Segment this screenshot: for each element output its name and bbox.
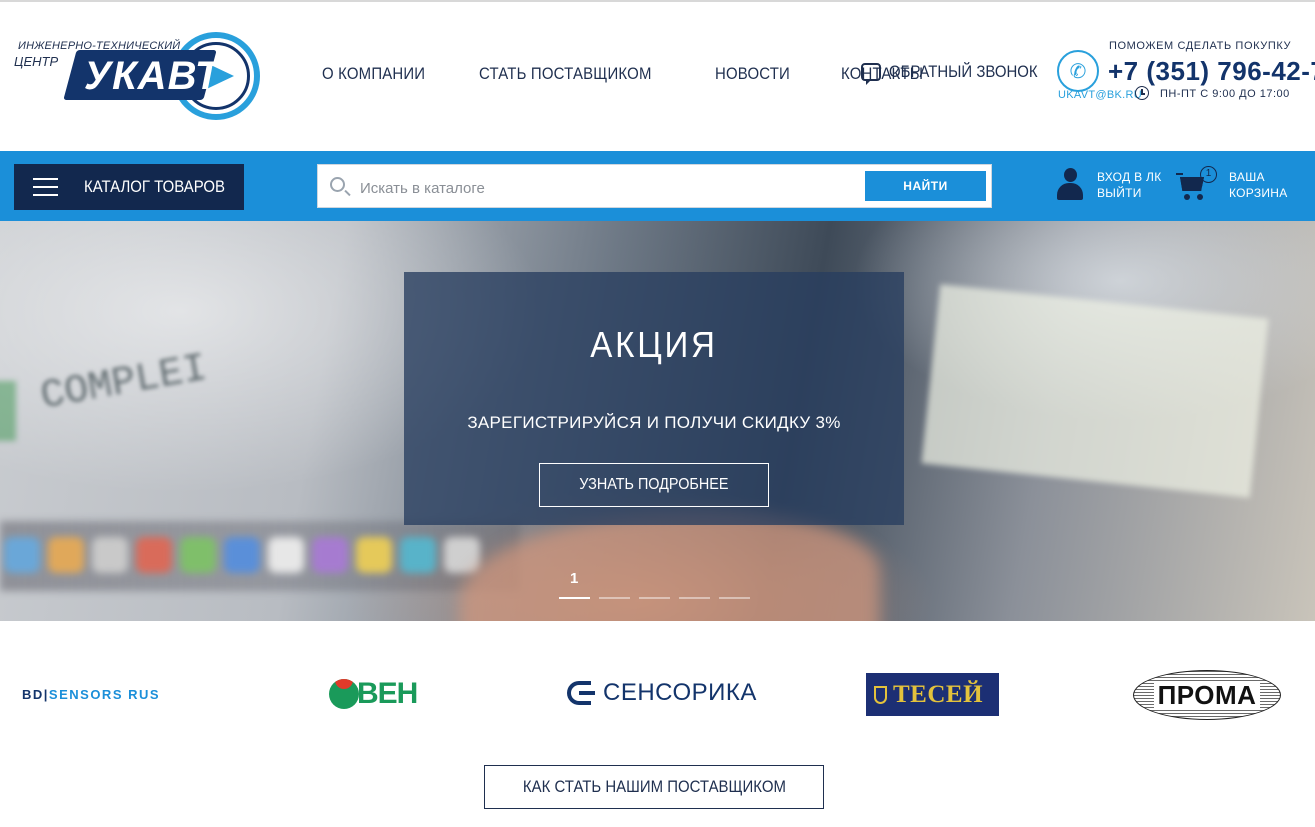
slider-dot[interactable]: [639, 597, 670, 599]
search-button[interactable]: НАЙТИ: [865, 171, 986, 201]
partner-oven-logo[interactable]: ВЕН: [329, 677, 441, 710]
nav-about[interactable]: О компании: [322, 64, 425, 84]
logo-tagline: ИНЖЕНЕРНО-ТЕХНИЧЕСКИЙ: [18, 40, 181, 52]
catalog-button[interactable]: Каталог товаров: [14, 164, 244, 210]
slide-number: 1: [570, 570, 579, 587]
slider-dot[interactable]: [599, 597, 630, 599]
slider-pagination: [559, 597, 750, 599]
partner-oven-name: ВЕН: [357, 677, 418, 710]
user-icon: [1057, 168, 1083, 202]
menu-icon: [33, 172, 58, 202]
search-box: НАЙТИ: [317, 164, 992, 208]
slider-dot[interactable]: [719, 597, 750, 599]
callback-label: Обратный звонок: [889, 62, 1038, 81]
logo-wordmark: УКАВТ: [84, 54, 221, 98]
promo-details-label: Узнать подробнее: [579, 476, 729, 493]
partner-sensorika-name: СЕНСОРИКА: [603, 679, 757, 706]
login-label[interactable]: Вход в ЛК: [1097, 169, 1162, 185]
cart-icon: 1: [1176, 166, 1217, 202]
banner-background-paper: [921, 284, 1269, 498]
partners-strip: BD|SENSORS RUS ВЕН СЕНСОРИКА ТЕСЕЙ ПРОМА: [0, 621, 1315, 771]
login-link[interactable]: Вход в ЛК Выйти: [1057, 168, 1162, 202]
search-input[interactable]: [358, 175, 862, 201]
email-link[interactable]: UKAVT@BK.RU: [1058, 89, 1142, 101]
nav-become-supplier[interactable]: Стать поставщиком: [479, 64, 652, 84]
callback-link[interactable]: Обратный звонок: [861, 62, 1058, 85]
partner-bd-mark: BD|: [22, 687, 49, 702]
logout-label[interactable]: Выйти: [1097, 185, 1162, 201]
partner-bd-sensors-logo[interactable]: BD|SENSORS RUS: [22, 687, 160, 702]
toolbar: Каталог товаров НАЙТИ Вход в ЛК Выйти 1 …: [0, 151, 1315, 221]
oven-circle-icon: [329, 679, 359, 709]
phone-icon[interactable]: ✆: [1057, 50, 1099, 92]
partner-proma-name: ПРОМА: [1153, 681, 1261, 709]
partner-tesey-name: ТЕСЕЙ: [893, 680, 984, 708]
chat-icon: [861, 63, 881, 85]
partner-tesey-logo[interactable]: ТЕСЕЙ: [866, 673, 999, 716]
nav-news[interactable]: Новости: [715, 64, 790, 84]
promo-subtitle: ЗАРЕГИСТРИРУЙСЯ И ПОЛУЧИ СКИДКУ 3%: [467, 413, 841, 432]
become-supplier-label: Как стать нашим поставщиком: [522, 777, 786, 796]
cart-link[interactable]: 1 Ваша корзина: [1176, 166, 1288, 202]
banner-background-accent: [0, 381, 16, 441]
tesey-shield-icon: [874, 685, 887, 704]
sensorika-mark-icon: [567, 681, 595, 705]
slider-dot[interactable]: [679, 597, 710, 599]
banner-background-dock: [0, 521, 520, 591]
cart-count-badge: 1: [1200, 166, 1217, 183]
cart-text: Ваша корзина: [1229, 169, 1288, 201]
logo[interactable]: ИНЖЕНЕРНО-ТЕХНИЧЕСКИЙ ЦЕНТР УКАВТ: [14, 30, 264, 128]
promo-title: Акция: [590, 324, 718, 365]
working-hours: ПН-ПТ С 9:00 ДО 17:00: [1160, 88, 1290, 100]
site-header: ИНЖЕНЕРНО-ТЕХНИЧЕСКИЙ ЦЕНТР УКАВТ О комп…: [0, 2, 1315, 151]
phone-number[interactable]: +7 (351) 796-42-77: [1108, 56, 1315, 87]
become-supplier-button[interactable]: Как стать нашим поставщиком: [484, 765, 824, 809]
clock-icon: [1135, 86, 1149, 100]
partner-proma-logo[interactable]: ПРОМА: [1133, 670, 1281, 720]
cart-label-line2: корзина: [1229, 186, 1288, 200]
catalog-label: Каталог товаров: [83, 177, 225, 196]
login-text: Вход в ЛК Выйти: [1097, 169, 1162, 201]
search-icon: [330, 177, 345, 192]
partner-sensorika-logo[interactable]: СЕНСОРИКА: [567, 679, 757, 707]
slider-dot[interactable]: [559, 597, 590, 599]
cart-label-line1: Ваша: [1229, 170, 1265, 184]
promo-details-button[interactable]: Узнать подробнее: [539, 463, 769, 507]
promo-banner: COMPLEI Акция ЗАРЕГИСТРИРУЙСЯ И ПОЛУЧИ С…: [0, 221, 1315, 621]
logo-tagline-center: ЦЕНТР: [14, 54, 59, 69]
promo-card: Акция ЗАРЕГИСТРИРУЙСЯ И ПОЛУЧИ СКИДКУ 3%…: [404, 272, 904, 525]
help-text: Поможем сделать покупку: [1109, 40, 1292, 52]
partner-bd-name: SENSORS RUS: [48, 687, 161, 702]
banner-background-text: COMPLEI: [37, 346, 211, 421]
banner-background-hand: [460, 511, 880, 621]
